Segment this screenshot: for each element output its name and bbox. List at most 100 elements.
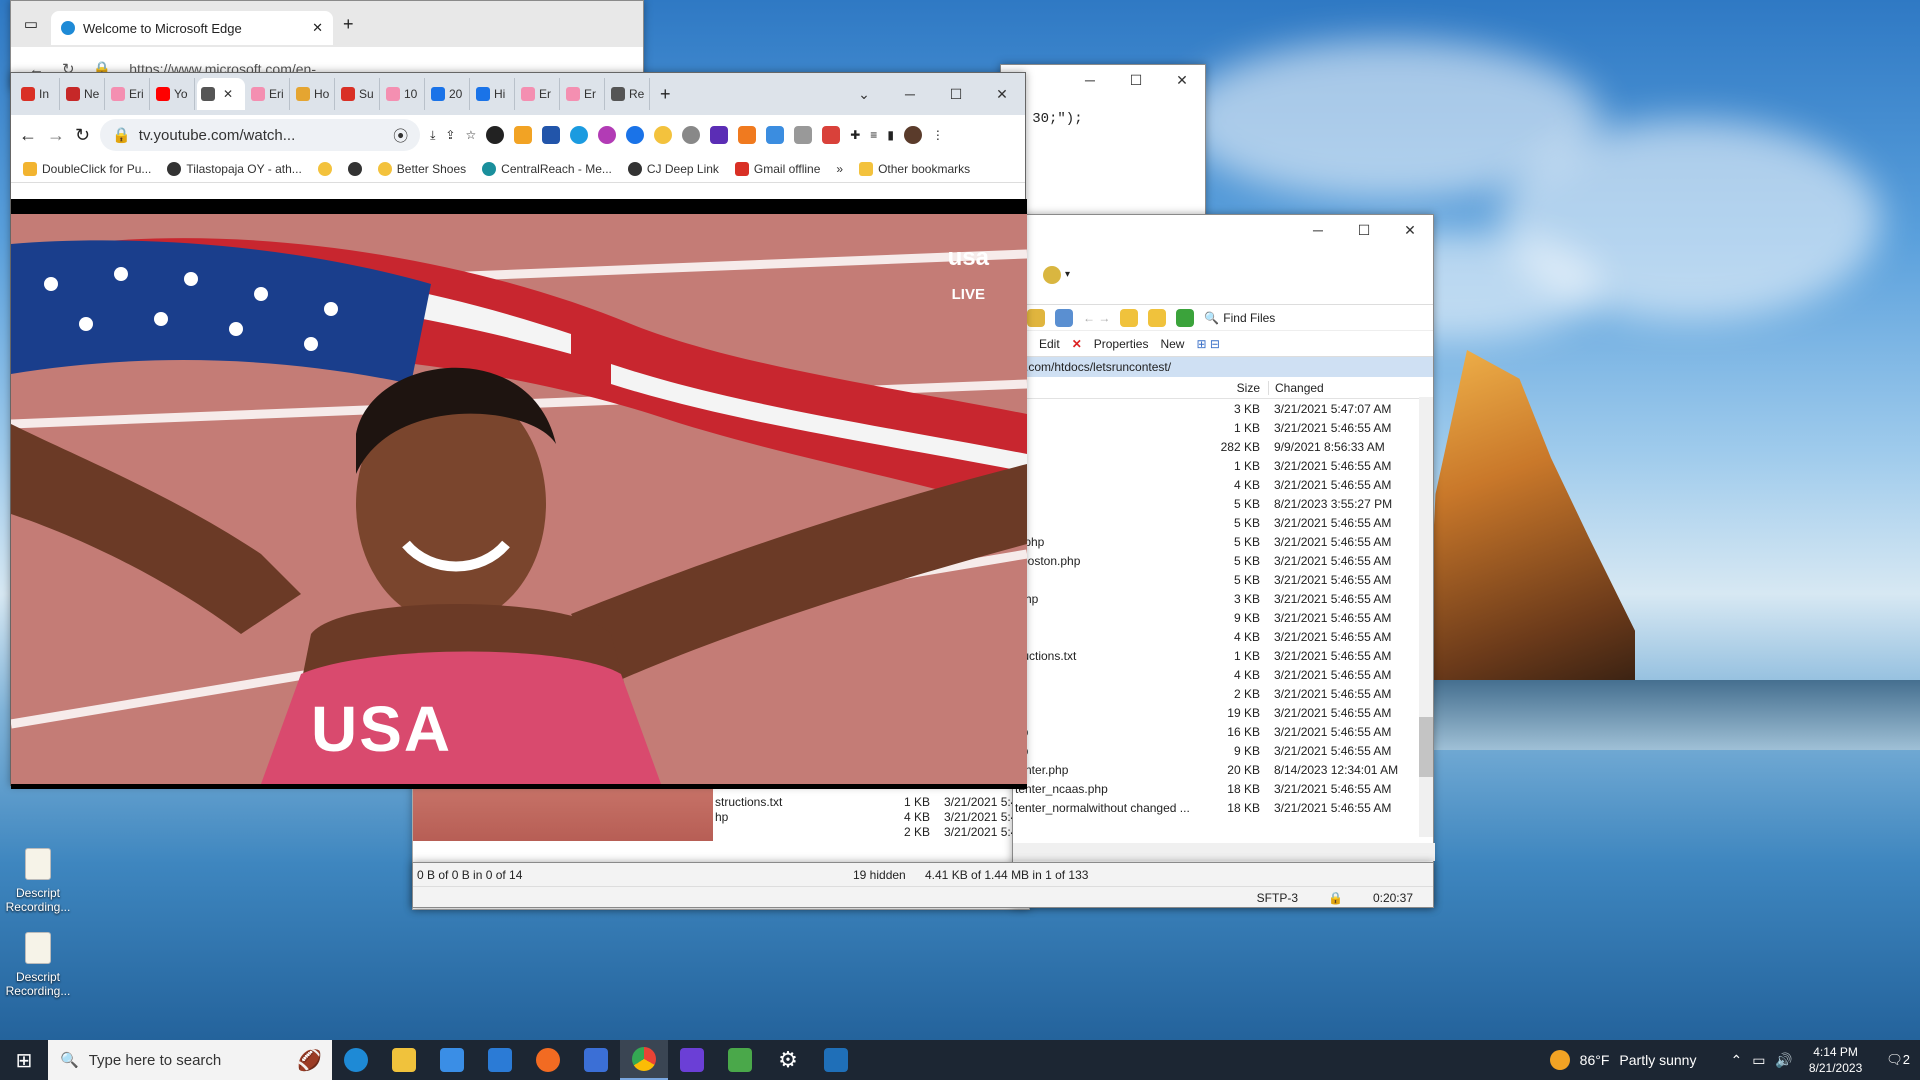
new-button[interactable]: New: [1160, 337, 1184, 351]
video-player[interactable]: USA usa LIVE: [11, 199, 1027, 789]
bookmark-item[interactable]: [347, 161, 362, 176]
puzzle-icon[interactable]: ✚: [850, 128, 860, 142]
table-row[interactable]: 1 KB 3/21/2021 5:46:55 AM: [1013, 456, 1433, 475]
address-bar[interactable]: 🔒 tv.youtube.com/watch... ⦿: [100, 119, 421, 151]
tab[interactable]: Er: [562, 78, 605, 110]
close-icon[interactable]: ✕: [1159, 65, 1205, 95]
root-folder-icon[interactable]: [1148, 308, 1167, 327]
tab[interactable]: 10: [382, 78, 425, 110]
table-row[interactable]: tructions.txt 1 KB 3/21/2021 5:46:55 AM: [1013, 646, 1433, 665]
taskbar-chrome[interactable]: [620, 1040, 668, 1080]
table-row[interactable]: tenter_normalwithout changed ... 18 KB 3/2…: [1013, 798, 1433, 817]
edge-tab[interactable]: Welcome to Microsoft Edge ✕: [51, 11, 333, 45]
filter-icon[interactable]: [1055, 308, 1073, 327]
media-icon[interactable]: ≡: [870, 128, 877, 142]
table-row[interactable]: 4 KB 3/21/2021 5:46:55 AM: [1013, 475, 1433, 494]
tab[interactable]: Er: [517, 78, 560, 110]
maximize-icon[interactable]: ☐: [1113, 65, 1159, 95]
vertical-scrollbar[interactable]: [1419, 397, 1433, 837]
delete-icon[interactable]: ✕: [1072, 337, 1082, 351]
maximize-icon[interactable]: ☐: [933, 79, 979, 109]
tab[interactable]: Yo: [152, 78, 195, 110]
maximize-icon[interactable]: ☐: [1341, 215, 1387, 245]
extension-icon[interactable]: [514, 126, 533, 144]
bookmark-item[interactable]: CentralReach - Me...: [482, 161, 612, 176]
tab-actions-icon[interactable]: ▭: [11, 15, 51, 33]
taskbar-app[interactable]: [572, 1040, 620, 1080]
taskbar-photos[interactable]: [812, 1040, 860, 1080]
bookmark-item[interactable]: Better Shoes: [377, 161, 466, 176]
table-row[interactable]: hp 9 KB 3/21/2021 5:46:55 AM: [1013, 741, 1433, 760]
table-row[interactable]: 1 KB 3/21/2021 5:46:55 AM: [1013, 418, 1433, 437]
back-icon[interactable]: ← →: [1083, 311, 1110, 325]
weather-temp[interactable]: 86°F: [1580, 1052, 1610, 1068]
location-icon[interactable]: ⦿: [393, 125, 408, 146]
properties-button[interactable]: Properties: [1094, 337, 1149, 351]
table-row[interactable]: tenter.php 20 KB 8/14/2023 12:34:01 AM: [1013, 760, 1433, 779]
tab[interactable]: Ho: [292, 78, 335, 110]
taskbar-settings[interactable]: ⚙: [764, 1040, 812, 1080]
minimize-icon[interactable]: ─: [1295, 215, 1341, 245]
extension-icon[interactable]: [766, 126, 785, 144]
tab[interactable]: Eri: [107, 78, 150, 110]
table-row[interactable]: hp 16 KB 3/21/2021 5:46:55 AM: [1013, 722, 1433, 741]
taskbar-firefox[interactable]: [524, 1040, 572, 1080]
parent-folder-icon[interactable]: [1120, 308, 1139, 327]
extension-icon[interactable]: [598, 126, 617, 144]
share-icon[interactable]: ⇪: [445, 128, 455, 142]
refresh-icon[interactable]: ↻: [75, 125, 90, 146]
bookmark-item[interactable]: Gmail offline: [734, 161, 820, 176]
tab[interactable]: Eri: [247, 78, 290, 110]
chevron-up-icon[interactable]: ⌃: [1730, 1052, 1742, 1069]
column-size[interactable]: Size: [1193, 381, 1268, 395]
taskbar-mail[interactable]: [476, 1040, 524, 1080]
star-icon[interactable]: ☆: [465, 128, 476, 142]
bookmark-item[interactable]: Tilastopaja OY - ath...: [167, 161, 302, 176]
expand-icon[interactable]: ⊞ ⊟: [1196, 337, 1219, 351]
menu-icon[interactable]: ⋮: [932, 128, 944, 142]
network-icon[interactable]: ▭: [1752, 1052, 1765, 1069]
find-files-button[interactable]: 🔍 Find Files: [1204, 311, 1275, 325]
table-row[interactable]: 19 KB 3/21/2021 5:46:55 AM: [1013, 703, 1433, 722]
weather-desc[interactable]: Partly sunny: [1619, 1052, 1696, 1068]
minimize-icon[interactable]: ─: [1067, 65, 1113, 95]
extension-icon[interactable]: [710, 126, 729, 144]
chevron-down-icon[interactable]: ▾: [1065, 269, 1070, 280]
bookmark-item[interactable]: CJ Deep Link: [627, 161, 719, 176]
extension-icon[interactable]: [626, 126, 645, 144]
install-icon[interactable]: ⤓: [430, 128, 435, 143]
table-row[interactable]: 4 KB 3/21/2021 5:46:55 AM: [1013, 627, 1433, 646]
table-row[interactable]: 3 KB 3/21/2021 5:47:07 AM: [1013, 399, 1433, 418]
bookmarks-overflow[interactable]: »: [836, 162, 843, 176]
extension-icon[interactable]: [570, 126, 589, 144]
search-box[interactable]: 🔍 Type here to search 🏈: [48, 1040, 332, 1080]
horizontal-scrollbar[interactable]: [1013, 843, 1435, 861]
close-icon[interactable]: ✕: [312, 20, 323, 36]
tab[interactable]: Re: [607, 78, 650, 110]
table-row[interactable]: p 5 KB 3/21/2021 5:46:55 AM: [1013, 513, 1433, 532]
other-bookmarks[interactable]: Other bookmarks: [859, 161, 970, 176]
back-icon[interactable]: ←: [19, 125, 37, 146]
new-tab-icon[interactable]: +: [660, 84, 671, 105]
extension-icon[interactable]: [486, 126, 505, 144]
tab[interactable]: Su: [337, 78, 380, 110]
table-row[interactable]: p 4 KB 3/21/2021 5:46:55 AM: [1013, 665, 1433, 684]
taskbar-winscp[interactable]: [716, 1040, 764, 1080]
desktop-icon-descript-1[interactable]: Descript Recording...: [3, 848, 73, 914]
extension-icon[interactable]: [794, 126, 813, 144]
tab-active[interactable]: ✕: [197, 78, 245, 110]
close-icon[interactable]: ✕: [979, 79, 1025, 109]
table-row[interactable]: s.php 5 KB 3/21/2021 5:46:55 AM: [1013, 532, 1433, 551]
volume-icon[interactable]: 🔊: [1775, 1052, 1792, 1069]
sidepanel-icon[interactable]: ▮: [887, 128, 894, 142]
table-row[interactable]: 282 KB 9/9/2021 8:56:33 AM: [1013, 437, 1433, 456]
folder-open-icon[interactable]: [1027, 308, 1045, 327]
taskbar-descript[interactable]: [668, 1040, 716, 1080]
notifications-button[interactable]: 🗨2: [1886, 1052, 1910, 1068]
avatar[interactable]: [903, 126, 922, 144]
session-icon[interactable]: [1043, 265, 1061, 284]
extension-icon[interactable]: [738, 126, 757, 144]
start-button[interactable]: ⊞: [0, 1040, 48, 1080]
close-icon[interactable]: ✕: [223, 87, 233, 101]
taskbar-edge[interactable]: [332, 1040, 380, 1080]
